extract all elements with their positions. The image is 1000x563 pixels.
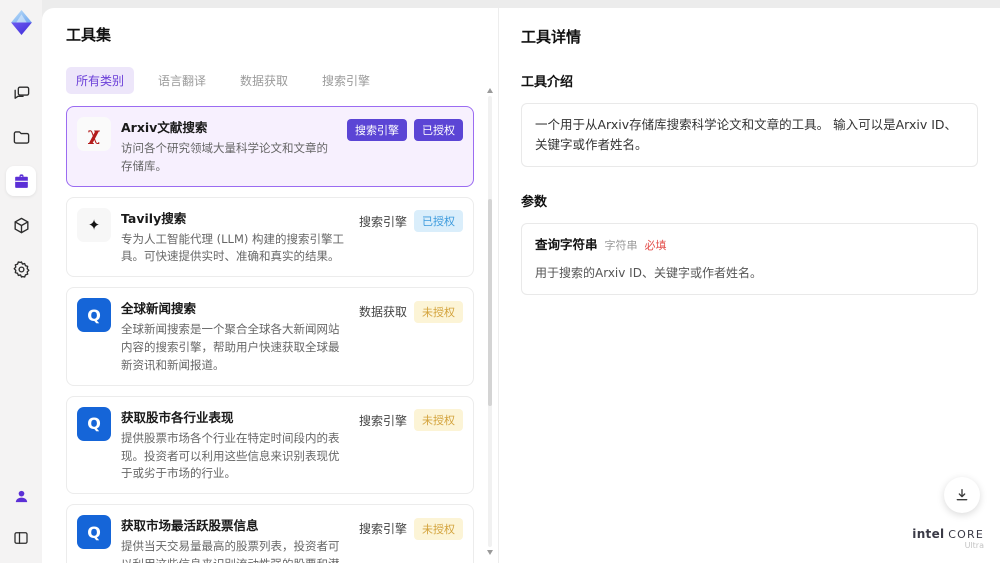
scrollbar-thumb[interactable] [488,199,492,407]
tavily-icon: ✦ [77,207,111,242]
tool-list: χ Arxiv文献搜索 访问各个研究领域大量科学论文和文章的存储库。 搜索引擎 … [66,106,474,563]
intro-box: 一个用于从Arxiv存储库搜索科学论文和文章的工具。 输入可以是Arxiv ID… [521,103,978,167]
brand-sub: Ultra [964,541,984,551]
scroll-up-icon[interactable] [487,88,493,93]
parameter-entry: 查询字符串 字符串 必填 用于搜索的Arxiv ID、关键字或作者姓名。 [535,235,964,283]
category-tab[interactable]: 搜索引擎 [312,67,380,94]
tool-list-item[interactable]: Q 获取股市各行业表现 提供股票市场各个行业在特定时间段内的表现。投资者可以利用… [66,395,474,495]
category-badge: 数据获取 [358,305,407,320]
param-type: 字符串 [604,239,638,252]
param-required-flag: 必填 [644,239,667,252]
gear-icon [12,260,31,279]
tool-description: 全球新闻搜索是一个聚合全球各大新闻网站内容的搜索引擎，帮助用户快速获取全球最新资… [121,322,340,372]
cube-icon [12,216,31,235]
auth-status-badge: 已授权 [414,119,463,141]
intel-core-logo: intel CORE Ultra [912,527,984,551]
tool-details-panel: 工具详情 工具介绍 一个用于从Arxiv存储库搜索科学论文和文章的工具。 输入可… [498,8,1000,563]
category-badge: 搜索引擎 [358,413,407,428]
sidebar-item-user[interactable] [6,481,36,511]
auth-status-badge: 未授权 [414,409,463,432]
category-tab[interactable]: 所有类别 [66,67,135,94]
tool-title: 获取市场最活跃股票信息 [121,518,259,534]
page-title: 工具集 [66,26,112,44]
auth-status-badge: 未授权 [414,300,463,323]
scroll-down-icon[interactable] [487,550,493,555]
list-scrollbar[interactable] [485,86,495,557]
tool-list-item[interactable]: Q 全球新闻搜索 全球新闻搜索是一个聚合全球各大新闻网站内容的搜索引擎，帮助用户… [66,287,474,386]
brand-core: CORE [948,528,984,542]
qnews-icon: Q [77,298,111,333]
auth-status-badge: 未授权 [414,517,463,540]
download-icon [956,489,968,501]
tool-list-item[interactable]: χ Arxiv文献搜索 访问各个研究领域大量科学论文和文章的存储库。 搜索引擎 … [66,106,474,187]
tools-list-panel: 工具集 所有类别 语言翻译 数据获取 搜索引擎 χ Arxiv文献搜索 访问各个研究领… [42,8,498,563]
download-button[interactable] [944,477,980,513]
qnews-icon: Q [77,406,111,441]
briefcase-icon [12,172,31,191]
tool-description: 访问各个研究领域大量科学论文和文章的存储库。 [121,141,328,173]
tool-list-item[interactable]: Q 获取市场最活跃股票信息 提供当天交易量最高的股票列表，投资者可以利用这些信息… [66,504,474,563]
params-box: 查询字符串 字符串 必填 用于搜索的Arxiv ID、关键字或作者姓名。 [521,223,978,296]
sidebar-item-panel-toggle[interactable] [6,523,36,553]
intro-heading: 工具介绍 [521,75,574,90]
category-tabs: 所有类别 语言翻译 数据获取 搜索引擎 [66,67,474,94]
param-name: 查询字符串 [535,237,598,252]
tool-title: 获取股市各行业表现 [121,409,234,425]
sidebar [0,0,42,563]
sidebar-item-gear[interactable] [6,254,36,284]
auth-status-badge: 已授权 [414,210,463,233]
chat-icon [12,84,31,103]
intro-text: 一个用于从Arxiv存储库搜索科学论文和文章的工具。 输入可以是Arxiv ID… [535,117,958,152]
details-title: 工具详情 [521,28,582,46]
tool-description: 提供股票市场各个行业在特定时间段内的表现。投资者可以利用这些信息来识别表现优于或… [121,430,340,481]
user-icon [13,488,30,505]
app-root: 工具集 所有类别 语言翻译 数据获取 搜索引擎 χ Arxiv文献搜索 访问各个研究领… [0,0,1000,563]
category-badge: 搜索引擎 [358,214,407,229]
tool-description: 专为人工智能代理 (LLM) 构建的搜索引擎工具。可快速提供实时、准确和真实的结… [121,231,345,264]
sidebar-item-briefcase[interactable] [6,166,36,196]
category-tab[interactable]: 语言翻译 [148,67,216,94]
app-logo-icon [8,9,35,36]
params-heading: 参数 [521,195,548,210]
sidebar-item-cube[interactable] [6,210,36,240]
tool-description: 提供当天交易量最高的股票列表，投资者可以利用这些信息来识别流动性强的股票和潜在的… [121,539,340,563]
panel-toggle-icon [12,529,30,547]
qnews-icon: Q [77,515,111,550]
category-badge: 搜索引擎 [347,119,407,141]
sidebar-item-chat[interactable] [6,78,36,108]
main-card: 工具集 所有类别 语言翻译 数据获取 搜索引擎 χ Arxiv文献搜索 访问各个研究领… [42,8,1000,563]
tool-title: Tavily搜索 [121,210,187,226]
category-tab[interactable]: 数据获取 [230,67,298,94]
arxiv-icon: χ [77,117,111,151]
param-description: 用于搜索的Arxiv ID、关键字或作者姓名。 [535,266,762,280]
brand-intel: intel [912,527,945,542]
category-badge: 搜索引擎 [358,522,407,537]
tool-title: Arxiv文献搜索 [121,120,208,135]
sidebar-item-folder[interactable] [6,122,36,152]
folder-icon [12,128,31,147]
tool-list-item[interactable]: ✦ Tavily搜索 专为人工智能代理 (LLM) 构建的搜索引擎工具。可快速提… [66,196,474,278]
tool-title: 全球新闻搜索 [121,301,197,317]
